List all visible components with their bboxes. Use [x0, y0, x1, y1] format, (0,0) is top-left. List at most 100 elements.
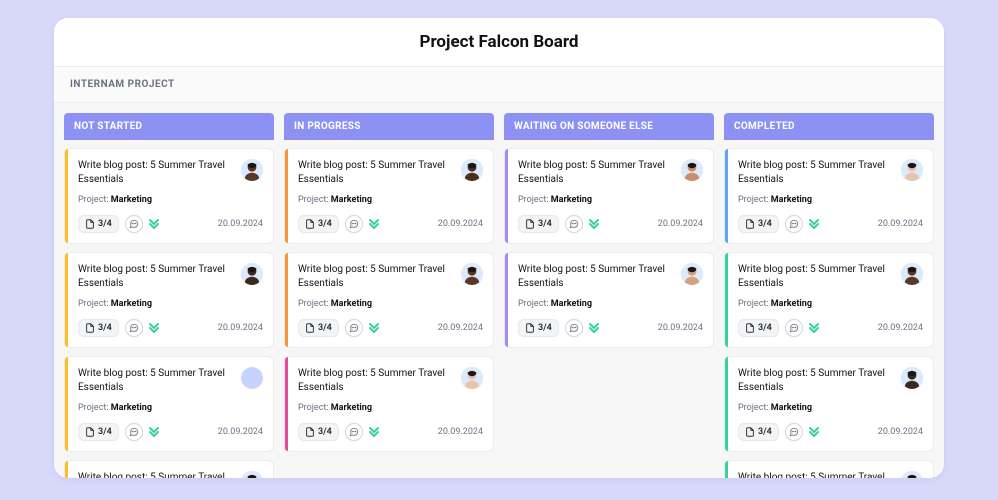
task-card[interactable]: Write blog post: 5 Summer Travel Essenti…: [64, 148, 274, 244]
subtask-badge[interactable]: 3/4: [298, 215, 339, 233]
avatar[interactable]: [901, 471, 923, 478]
badges: 3/4: [78, 215, 159, 233]
card-title: Write blog post: 5 Summer Travel Essenti…: [518, 263, 673, 291]
card-title: Write blog post: 5 Summer Travel Essenti…: [518, 159, 673, 187]
column-header[interactable]: COMPLETED: [724, 113, 934, 140]
project-line: Project: Marketing: [738, 299, 923, 309]
subtask-badge[interactable]: 3/4: [78, 423, 119, 441]
avatar[interactable]: [681, 263, 703, 285]
comment-icon[interactable]: [345, 423, 363, 441]
board-container: Project Falcon Board INTERNAM PROJECT NO…: [54, 18, 944, 478]
priority-icon: [149, 321, 159, 335]
comment-icon[interactable]: [345, 215, 363, 233]
card-date: 20.09.2024: [658, 323, 703, 333]
subtask-count: 3/4: [538, 219, 552, 229]
priority-icon: [149, 425, 159, 439]
project-label: Project:: [518, 195, 549, 205]
avatar[interactable]: [241, 263, 263, 285]
priority-icon: [809, 217, 819, 231]
card-title: Write blog post: 5 Summer Travel Essenti…: [738, 367, 893, 395]
comment-icon[interactable]: [565, 319, 583, 337]
task-card[interactable]: Write blog post: 5 Summer Travel Essenti…: [64, 460, 274, 478]
task-card[interactable]: Write blog post: 5 Summer Travel Essenti…: [724, 460, 934, 478]
comment-icon[interactable]: [785, 215, 803, 233]
comment-icon[interactable]: [785, 319, 803, 337]
comment-icon[interactable]: [345, 319, 363, 337]
comment-icon[interactable]: [125, 423, 143, 441]
subtask-badge[interactable]: 3/4: [738, 319, 779, 337]
subtask-badge[interactable]: 3/4: [738, 423, 779, 441]
badges: 3/4: [298, 423, 379, 441]
card-bottom: 3/4 20.09.2024: [78, 215, 263, 233]
avatar[interactable]: [461, 263, 483, 285]
card-bottom: 3/4 20.09.2024: [738, 423, 923, 441]
project-label: Project:: [518, 299, 549, 309]
column-header[interactable]: IN PROGRESS: [284, 113, 494, 140]
column-header[interactable]: NOT STARTED: [64, 113, 274, 140]
card-bottom: 3/4 20.09.2024: [518, 215, 703, 233]
task-card[interactable]: Write blog post: 5 Summer Travel Essenti…: [724, 252, 934, 348]
project-name: Marketing: [331, 299, 372, 309]
subtask-count: 3/4: [98, 219, 112, 229]
column-in-progress: IN PROGRESS Write blog post: 5 Summer Tr…: [284, 113, 494, 478]
task-card[interactable]: Write blog post: 5 Summer Travel Essenti…: [284, 356, 494, 452]
badges: 3/4: [738, 319, 819, 337]
project-label: Project:: [78, 195, 109, 205]
card-title: Write blog post: 5 Summer Travel Essenti…: [78, 367, 233, 395]
comment-icon[interactable]: [565, 215, 583, 233]
project-line: Project: Marketing: [518, 195, 703, 205]
card-date: 20.09.2024: [878, 323, 923, 333]
priority-icon: [369, 425, 379, 439]
avatar[interactable]: [241, 159, 263, 181]
card-date: 20.09.2024: [438, 219, 483, 229]
task-card[interactable]: Write blog post: 5 Summer Travel Essenti…: [724, 356, 934, 452]
avatar[interactable]: [901, 159, 923, 181]
column-body: Write blog post: 5 Summer Travel Essenti…: [504, 148, 714, 348]
subtask-badge[interactable]: 3/4: [78, 215, 119, 233]
task-card[interactable]: Write blog post: 5 Summer Travel Essenti…: [64, 356, 274, 452]
avatar[interactable]: [241, 471, 263, 478]
avatar[interactable]: [461, 367, 483, 389]
project-line: Project: Marketing: [738, 195, 923, 205]
avatar[interactable]: [241, 367, 263, 389]
project-name: Marketing: [111, 195, 152, 205]
avatar[interactable]: [681, 159, 703, 181]
column-body: Write blog post: 5 Summer Travel Essenti…: [284, 148, 494, 452]
subtask-badge[interactable]: 3/4: [738, 215, 779, 233]
column-header[interactable]: WAITING ON SOMEONE ELSE: [504, 113, 714, 140]
task-card[interactable]: Write blog post: 5 Summer Travel Essenti…: [284, 148, 494, 244]
card-title: Write blog post: 5 Summer Travel Essenti…: [298, 159, 453, 187]
comment-icon[interactable]: [785, 423, 803, 441]
card-top: Write blog post: 5 Summer Travel Essenti…: [78, 263, 263, 291]
document-icon: [745, 323, 755, 333]
subtask-badge[interactable]: 3/4: [298, 423, 339, 441]
comment-icon[interactable]: [125, 319, 143, 337]
priority-icon: [369, 321, 379, 335]
project-name: Marketing: [111, 403, 152, 413]
subtask-badge[interactable]: 3/4: [518, 319, 559, 337]
task-card[interactable]: Write blog post: 5 Summer Travel Essenti…: [284, 252, 494, 348]
card-top: Write blog post: 5 Summer Travel Essenti…: [518, 263, 703, 291]
subtask-count: 3/4: [758, 427, 772, 437]
subtask-badge[interactable]: 3/4: [298, 319, 339, 337]
subtask-badge[interactable]: 3/4: [78, 319, 119, 337]
task-card[interactable]: Write blog post: 5 Summer Travel Essenti…: [504, 148, 714, 244]
avatar[interactable]: [901, 367, 923, 389]
task-card[interactable]: Write blog post: 5 Summer Travel Essenti…: [724, 148, 934, 244]
card-top: Write blog post: 5 Summer Travel Essenti…: [298, 159, 483, 187]
card-top: Write blog post: 5 Summer Travel Essenti…: [78, 471, 263, 478]
avatar[interactable]: [901, 263, 923, 285]
card-date: 20.09.2024: [218, 323, 263, 333]
project-name: Marketing: [771, 195, 812, 205]
avatar[interactable]: [461, 159, 483, 181]
task-card[interactable]: Write blog post: 5 Summer Travel Essenti…: [64, 252, 274, 348]
task-card[interactable]: Write blog post: 5 Summer Travel Essenti…: [504, 252, 714, 348]
document-icon: [85, 323, 95, 333]
subtask-badge[interactable]: 3/4: [518, 215, 559, 233]
card-bottom: 3/4 20.09.2024: [78, 423, 263, 441]
comment-icon[interactable]: [125, 215, 143, 233]
project-label: Project:: [738, 195, 769, 205]
priority-icon: [149, 217, 159, 231]
badges: 3/4: [298, 215, 379, 233]
card-title: Write blog post: 5 Summer Travel Essenti…: [78, 471, 233, 478]
